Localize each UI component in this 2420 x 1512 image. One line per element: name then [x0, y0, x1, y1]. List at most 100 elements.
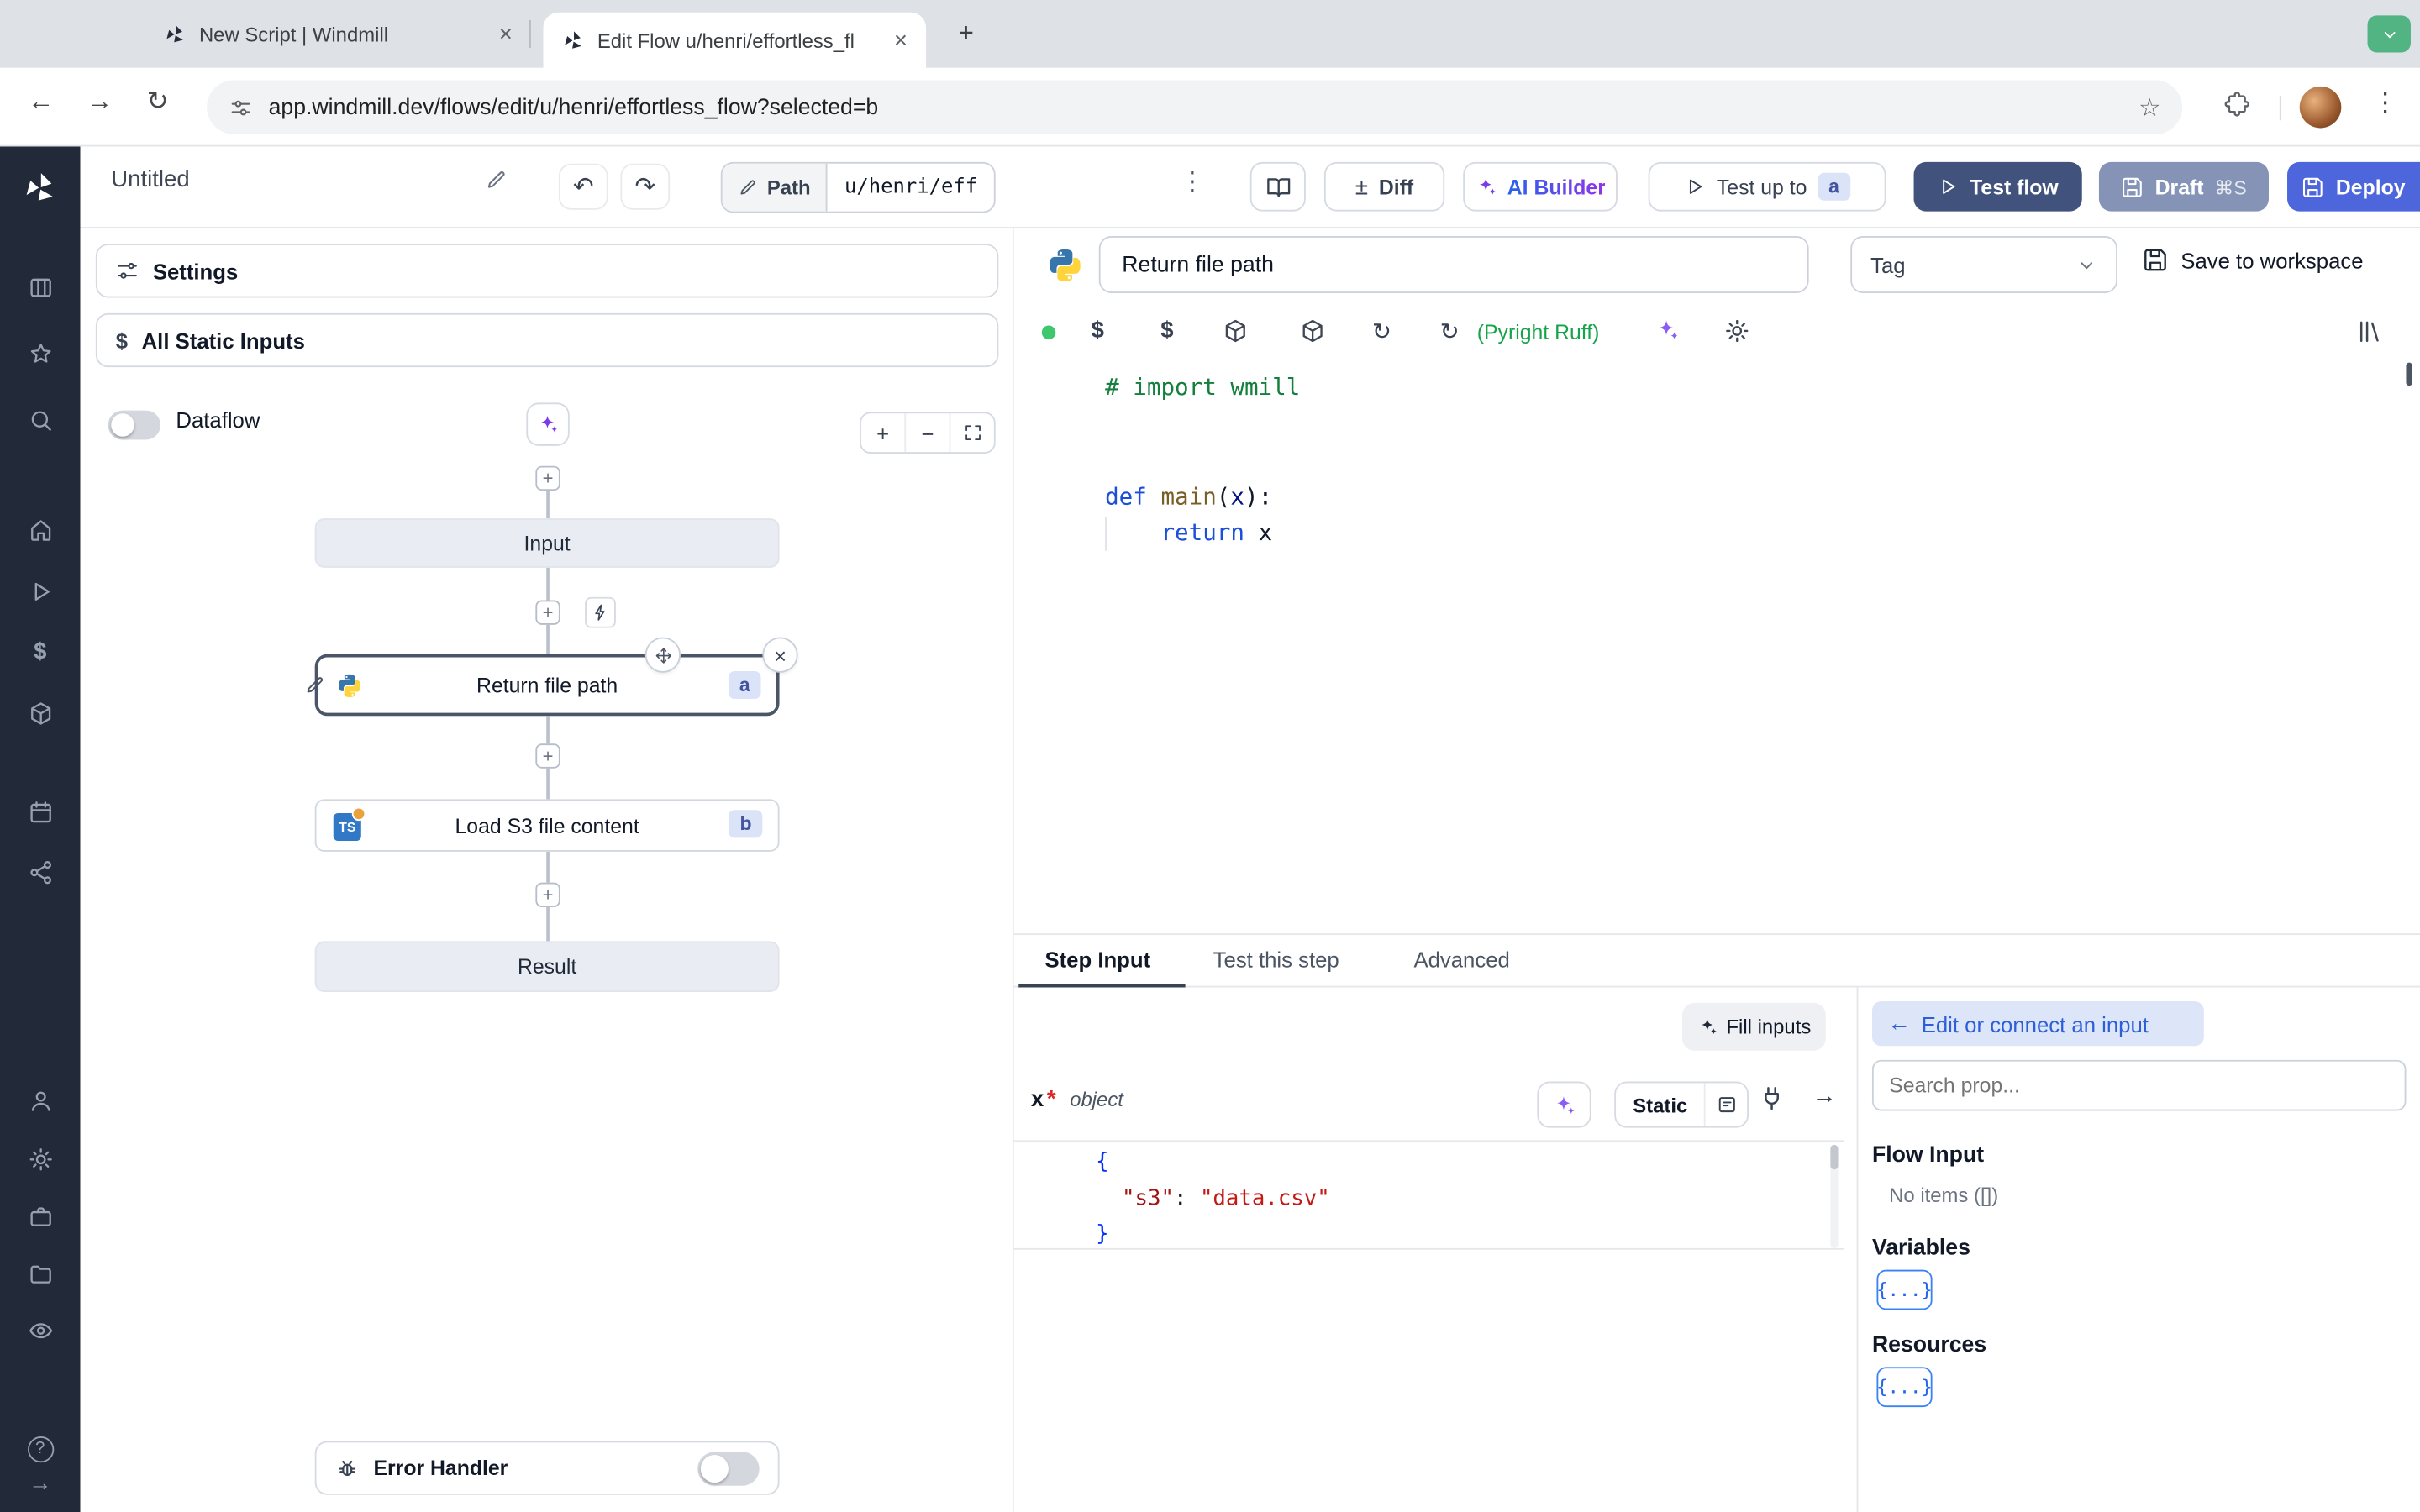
save-to-workspace-button[interactable]: Save to workspace [2142, 247, 2364, 273]
arrow-right-icon[interactable]: → [1812, 1083, 1836, 1110]
static-mode-label[interactable]: Static [1616, 1093, 1704, 1116]
error-handler-row[interactable]: Error Handler [314, 1441, 780, 1495]
test-up-to-button[interactable]: Test up to a [1648, 161, 1886, 212]
ai-builder-button[interactable]: AI Builder [1463, 161, 1618, 212]
ai-flow-button[interactable] [526, 402, 570, 446]
fill-inputs-button[interactable]: Fill inputs [1682, 1002, 1826, 1051]
sidebar-item-users[interactable] [20, 1080, 60, 1121]
diff-button[interactable]: ± Diff [1323, 161, 1445, 212]
redo-button[interactable]: ↷ [620, 163, 671, 210]
editor-settings-gear-icon[interactable] [1724, 318, 1750, 344]
sidebar-item-apps[interactable] [20, 267, 60, 307]
variable-picker-icon[interactable]: $ [1092, 318, 1104, 344]
flow-node-step-a-selected[interactable]: Return file path a [315, 654, 780, 717]
sidebar-item-workers[interactable] [20, 852, 60, 892]
form-toggle-icon[interactable] [1706, 1083, 1748, 1126]
deploy-button[interactable]: Deploy [2287, 161, 2420, 212]
sidebar-item-search[interactable] [20, 400, 60, 440]
sidebar-collapse-icon[interactable]: → [20, 1462, 60, 1503]
url-bar[interactable]: app.windmill.dev/flows/edit/u/henri/effo… [207, 80, 2183, 134]
extensions-puzzle-icon[interactable] [2223, 91, 2250, 118]
new-tab-button[interactable]: + [948, 15, 985, 52]
draft-button[interactable]: Draft ⌘S [2098, 161, 2269, 212]
flow-settings-button[interactable]: Settings [95, 244, 999, 298]
library-icon[interactable] [2357, 318, 2385, 345]
edit-connect-input-button[interactable]: ← Edit or connect an input [1871, 1001, 2204, 1047]
lint-status-label[interactable]: (Pyright Ruff) [1477, 321, 1600, 344]
sidebar-item-favorites[interactable] [20, 333, 60, 374]
resources-object-chip[interactable]: {...} [1876, 1367, 1933, 1408]
tab-close-icon[interactable]: × [499, 21, 513, 47]
sidebar-item-variables[interactable]: $ [20, 631, 60, 671]
flow-node-input[interactable]: Input [314, 518, 780, 568]
undo-button[interactable]: ↶ [558, 163, 608, 210]
step-tabs: Step Input Test this step Advanced [1013, 933, 2420, 988]
tab-step-input[interactable]: Step Input [1044, 948, 1150, 972]
move-step-handle[interactable] [644, 637, 681, 673]
ai-assist-icon[interactable] [1655, 318, 1679, 342]
browser-tab-active[interactable]: Edit Flow u/henri/effortless_fl × [543, 12, 927, 68]
sidebar-item-schedules[interactable] [20, 791, 60, 832]
url-text: app.windmill.dev/flows/edit/u/henri/effo… [268, 94, 879, 120]
package-icon[interactable] [1223, 318, 1249, 344]
sidebar-item-workspace[interactable] [20, 1195, 60, 1236]
browser-menu-icon[interactable]: ⋮ [2372, 88, 2398, 119]
sidebar-item-home[interactable] [20, 509, 60, 549]
zoom-out-button[interactable]: − [906, 413, 949, 452]
tab-search-chevron-button[interactable] [2367, 15, 2411, 53]
reload-icon[interactable]: ↻ [146, 87, 168, 118]
trigger-bolt-button[interactable] [585, 596, 616, 628]
code-editor[interactable]: # import wmill def main(x): return x [1014, 358, 2420, 933]
resource-picker-icon[interactable]: $ [1160, 318, 1173, 344]
forward-icon[interactable]: → [87, 87, 113, 118]
tab-close-icon[interactable]: × [894, 27, 908, 53]
variables-object-chip[interactable]: {...} [1876, 1269, 1933, 1310]
add-step-button[interactable]: + [535, 882, 560, 907]
format-icon[interactable]: ↻ [1440, 318, 1460, 345]
add-step-button[interactable]: + [535, 743, 560, 769]
add-step-button[interactable]: + [535, 465, 560, 491]
all-static-inputs-button[interactable]: $ All Static Inputs [95, 312, 999, 368]
edit-step-pencil-icon[interactable] [304, 675, 326, 696]
sidebar-item-folders[interactable] [20, 1252, 60, 1293]
add-step-button[interactable]: + [535, 600, 560, 625]
dataflow-toggle[interactable] [108, 410, 161, 440]
back-icon[interactable]: ← [28, 87, 54, 118]
save-to-workspace-label: Save to workspace [2181, 247, 2364, 273]
flow-node-step-b[interactable]: TS Load S3 file content b [314, 799, 780, 852]
site-info-icon[interactable] [229, 95, 253, 119]
arg-json-editor[interactable]: { "s3": "data.csv"} [1013, 1140, 1844, 1250]
tab-advanced[interactable]: Advanced [1413, 948, 1509, 972]
bookmark-star-icon[interactable]: ☆ [2139, 92, 2160, 123]
tag-select[interactable]: Tag [1850, 236, 2118, 293]
docs-button[interactable] [1249, 161, 1306, 212]
test-flow-button[interactable]: Test flow [1913, 161, 2082, 212]
arg-ai-button[interactable] [1537, 1081, 1591, 1128]
fit-view-button[interactable] [950, 413, 993, 452]
edit-title-pencil-icon[interactable] [485, 168, 508, 192]
reload-deps-icon[interactable]: ↻ [1372, 318, 1392, 345]
sidebar-item-runs[interactable] [20, 571, 60, 612]
flow-node-result[interactable]: Result [314, 941, 780, 993]
path-control[interactable]: Path u/henri/eff [720, 161, 997, 213]
editor-scrollbar-thumb[interactable] [2406, 362, 2412, 386]
sidebar-item-resources[interactable] [20, 693, 60, 733]
windmill-logo[interactable] [20, 168, 60, 208]
flow-title[interactable]: Untitled [111, 166, 189, 192]
connect-plug-icon[interactable] [1758, 1084, 1786, 1112]
error-handler-toggle[interactable] [697, 1451, 760, 1485]
sidebar-item-settings[interactable] [20, 1139, 60, 1179]
profile-avatar[interactable] [2299, 86, 2342, 129]
package-icon[interactable] [1300, 318, 1326, 344]
delete-step-button[interactable]: × [762, 637, 798, 673]
flow-input-heading: Flow Input [1871, 1143, 1985, 1168]
flow-input-empty-text: No items ([]) [1889, 1183, 1999, 1207]
step-name-input[interactable] [1098, 236, 1809, 293]
sidebar-item-audit-logs[interactable] [20, 1310, 60, 1350]
zoom-in-button[interactable]: + [861, 413, 904, 452]
json-scrollbar-track[interactable] [1830, 1144, 1839, 1248]
tab-test-this-step[interactable]: Test this step [1213, 948, 1339, 972]
more-options-icon[interactable]: ⋮ [1179, 166, 1205, 197]
search-prop-input[interactable] [1871, 1059, 2407, 1111]
browser-tab-inactive[interactable]: New Script | Windmill × [148, 0, 528, 68]
